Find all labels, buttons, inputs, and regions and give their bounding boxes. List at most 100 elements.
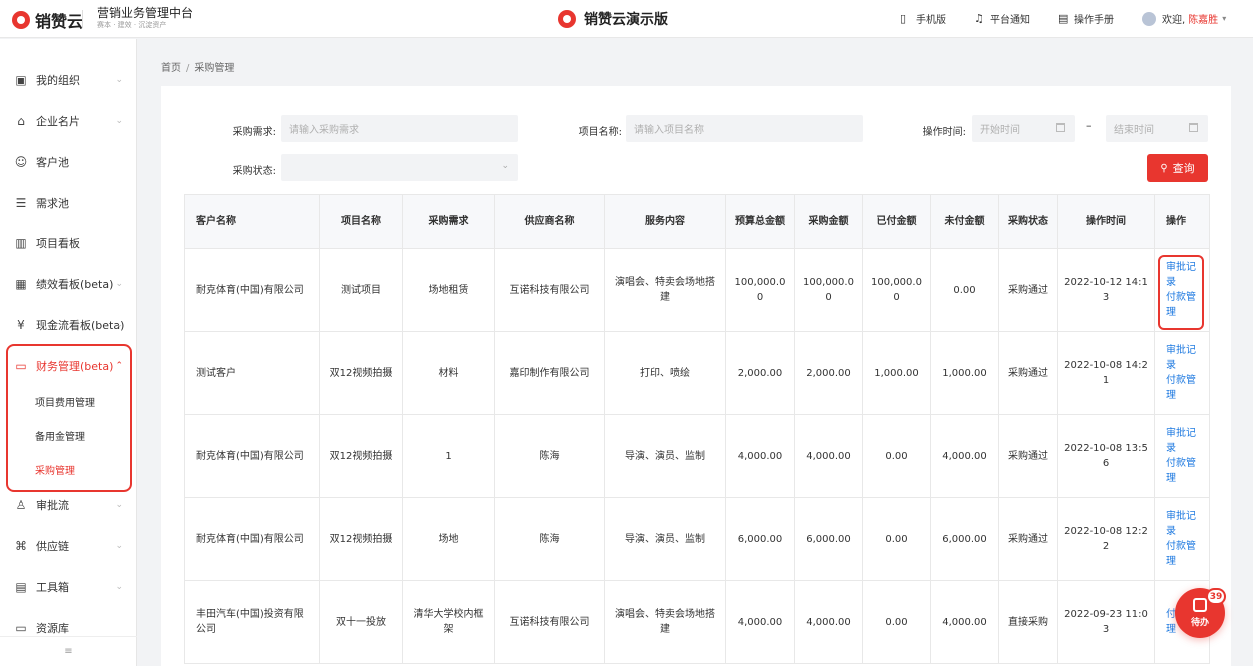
sidebar-item-supply-chain[interactable]: ⌘ 供应链 ⌄	[0, 526, 137, 566]
calendar-icon	[1189, 123, 1198, 132]
cell-purchase-amount: 100,000.00	[794, 248, 863, 332]
table-header-row: 客户名称 项目名称 采购需求 供应商名称 服务内容 预算总金额 采购金额 已付金…	[184, 194, 1210, 249]
table-row: 耐克体育(中国)有限公司 双12视频拍摄 场地 陈海 导演、演员、监制 6,00…	[184, 497, 1210, 581]
cell-project: 双十一投放	[319, 580, 403, 664]
sidebar-item-label: 我的组织	[36, 74, 80, 87]
breadcrumb: 首页 / 采购管理	[161, 59, 234, 74]
sidebar-item-company-card[interactable]: ⌂ 企业名片 ⌄	[0, 101, 137, 141]
date-range-dash: –	[1086, 119, 1092, 132]
end-time-input[interactable]: 结束时间	[1106, 115, 1208, 142]
approval-record-link[interactable]: 审批记录	[1166, 426, 1203, 456]
cell-demand: 场地租赁	[402, 248, 495, 332]
chevron-down-icon: ▾	[1222, 14, 1227, 23]
chevron-down-icon: ⌄	[115, 279, 123, 289]
col-header-actions: 操作	[1154, 194, 1210, 249]
sidebar-item-cashflow-board[interactable]: ¥ 现金流看板(beta) ⌄	[0, 305, 137, 345]
cell-time: 2022-10-12 14:13	[1057, 248, 1155, 332]
sidebar-item-label: 供应链	[36, 540, 69, 553]
breadcrumb-home[interactable]: 首页	[161, 63, 181, 74]
payment-manage-link[interactable]: 付款管理	[1166, 539, 1203, 569]
start-time-input[interactable]: 开始时间	[972, 115, 1075, 142]
sidebar-collapse-toggle[interactable]: ≡	[0, 636, 137, 666]
cell-customer: 耐克体育(中国)有限公司	[184, 497, 320, 581]
cell-time: 2022-09-23 11:03	[1057, 580, 1155, 664]
brand-logo[interactable]: 销赞云	[12, 8, 83, 32]
sidebar: ▣ 我的组织 ⌄ ⌂ 企业名片 ⌄ ☺ 客户池 ☰ 需求池 ▥ 项目看板 ▦ 绩…	[0, 39, 137, 666]
col-header-time: 操作时间	[1057, 194, 1155, 249]
table-row: 耐克体育(中国)有限公司 双12视频拍摄 1 陈海 导演、演员、监制 4,000…	[184, 414, 1210, 498]
sidebar-item-project-board[interactable]: ▥ 项目看板	[0, 223, 137, 263]
list-icon: ☰	[15, 196, 27, 210]
end-time-placeholder: 结束时间	[1114, 125, 1154, 136]
cell-budget: 4,000.00	[725, 580, 795, 664]
cell-demand: 材料	[402, 331, 495, 415]
cell-budget: 4,000.00	[725, 414, 795, 498]
cell-status: 采购通过	[998, 414, 1058, 498]
cell-actions: 审批记录 付款管理	[1154, 414, 1210, 498]
top-bar: 销赞云 营销业务管理中台 赛本 · 建效 · 沉淀资产 销赞云演示版 ▯ 手机版…	[0, 0, 1253, 38]
folder-icon: ▭	[15, 621, 27, 635]
table-row: 耐克体育(中国)有限公司 测试项目 场地租赁 互诺科技有限公司 演唱会、特卖会场…	[184, 248, 1210, 332]
cell-budget: 2,000.00	[725, 331, 795, 415]
sidebar-item-customer-pool[interactable]: ☺ 客户池	[0, 142, 137, 182]
demand-label: 采购需求:	[232, 127, 276, 138]
mobile-version-link[interactable]: ▯ 手机版	[900, 11, 946, 26]
sidebar-item-label: 审批流	[36, 499, 69, 512]
status-label: 采购状态:	[232, 166, 276, 177]
col-header-project: 项目名称	[319, 194, 403, 249]
col-header-purchase-amount: 采购金额	[794, 194, 863, 249]
platform-notice-link[interactable]: ♫ 平台通知	[974, 11, 1030, 26]
query-button[interactable]: ⚲ 查询	[1147, 154, 1208, 182]
cell-actions: 审批记录 付款管理	[1154, 331, 1210, 415]
cell-customer: 耐克体育(中国)有限公司	[184, 414, 320, 498]
start-time-placeholder: 开始时间	[980, 125, 1020, 136]
cell-paid: 0.00	[862, 580, 931, 664]
cell-paid: 0.00	[862, 497, 931, 581]
sidebar-item-toolbox[interactable]: ▤ 工具箱 ⌄	[0, 567, 137, 607]
cell-purchase-amount: 2,000.00	[794, 331, 863, 415]
cell-actions: 审批记录 付款管理	[1154, 497, 1210, 581]
manual-link[interactable]: ▤ 操作手册	[1058, 11, 1114, 26]
sidebar-item-label: 客户池	[36, 156, 69, 169]
user-menu[interactable]: 欢迎, 陈嘉胜 ▾	[1142, 11, 1226, 26]
chevron-down-icon: ⌄	[115, 582, 123, 592]
finance-highlight-box	[6, 344, 132, 492]
col-header-supplier: 供应商名称	[494, 194, 605, 249]
chart-icon: ▦	[15, 277, 27, 291]
table-row: 测试客户 双12视频拍摄 材料 嘉印制作有限公司 打印、喷绘 2,000.00 …	[184, 331, 1210, 415]
payment-manage-link[interactable]: 付款管理	[1166, 373, 1203, 403]
sidebar-item-label: 工具箱	[36, 581, 69, 594]
demand-input[interactable]: 请输入采购需求	[281, 115, 518, 142]
col-header-budget: 预算总金额	[725, 194, 795, 249]
cell-paid: 1,000.00	[862, 331, 931, 415]
cell-purchase-amount: 6,000.00	[794, 497, 863, 581]
cell-supplier: 互诺科技有限公司	[494, 580, 605, 664]
payment-manage-link[interactable]: 付款管理	[1166, 456, 1203, 486]
procurement-table: 客户名称 项目名称 采购需求 供应商名称 服务内容 预算总金额 采购金额 已付金…	[184, 194, 1210, 664]
col-header-paid: 已付金额	[862, 194, 931, 249]
approval-record-link[interactable]: 审批记录	[1166, 509, 1203, 539]
sidebar-item-label: 项目看板	[36, 237, 80, 250]
cell-purchase-amount: 4,000.00	[794, 414, 863, 498]
mobile-icon: ▯	[900, 11, 907, 25]
top-actions: ▯ 手机版 ♫ 平台通知 ▤ 操作手册 欢迎, 陈嘉胜 ▾	[900, 11, 1226, 26]
sidebar-item-performance-board[interactable]: ▦ 绩效看板(beta) ⌄	[0, 264, 137, 304]
sidebar-item-my-org[interactable]: ▣ 我的组织 ⌄	[0, 60, 137, 100]
breadcrumb-current: 采购管理	[194, 63, 235, 74]
project-label: 项目名称:	[578, 127, 622, 138]
platform-title-block: 营销业务管理中台 赛本 · 建效 · 沉淀资产	[97, 5, 193, 30]
project-input[interactable]: 请输入项目名称	[626, 115, 863, 142]
status-select[interactable]: ⌄	[281, 154, 518, 181]
approval-record-link[interactable]: 审批记录	[1166, 343, 1203, 373]
col-header-customer: 客户名称	[184, 194, 320, 249]
cash-icon: ¥	[17, 318, 25, 332]
platform-notice-label: 平台通知	[990, 15, 1030, 26]
username: 陈嘉胜	[1188, 15, 1219, 26]
cell-status: 采购通过	[998, 248, 1058, 332]
platform-subtitle: 赛本 · 建效 · 沉淀资产	[97, 21, 167, 29]
chevron-down-icon: ⌄	[501, 161, 509, 171]
cell-unpaid: 1,000.00	[930, 331, 999, 415]
sidebar-item-approval-flow[interactable]: ♙ 审批流 ⌄	[0, 485, 137, 525]
cell-supplier: 陈海	[494, 497, 605, 581]
sidebar-item-demand-pool[interactable]: ☰ 需求池	[0, 183, 137, 223]
